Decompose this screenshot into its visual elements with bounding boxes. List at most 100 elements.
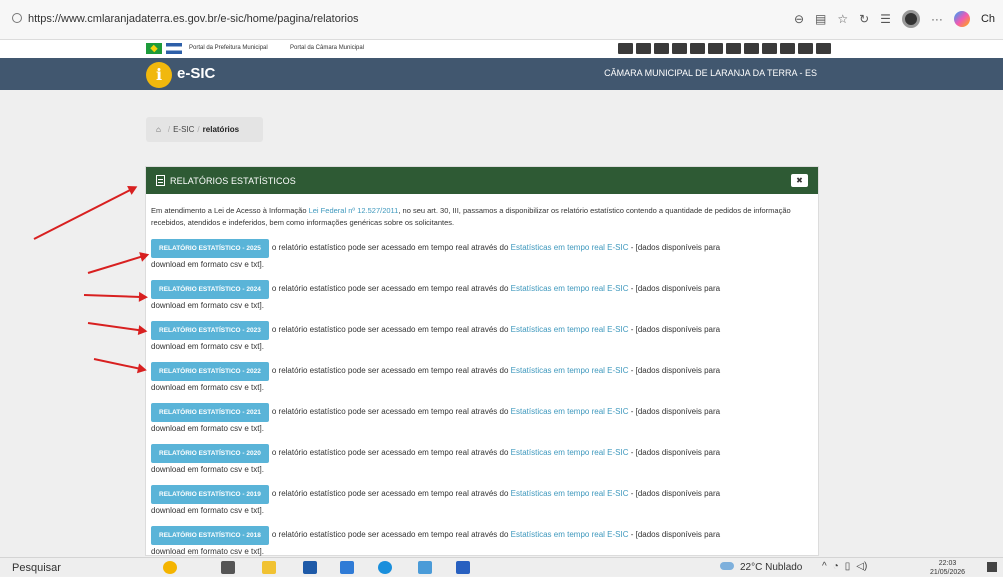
reports-panel: RELATÓRIOS ESTATÍSTICOS ✖ Em atendimento… (145, 166, 819, 556)
notification-icon[interactable] (987, 562, 997, 572)
accessibility-button[interactable] (816, 43, 831, 54)
edge-icon[interactable] (378, 561, 392, 574)
panel-title: RELATÓRIOS ESTATÍSTICOS (170, 176, 296, 186)
prefeitura-link[interactable]: Portal da Prefeitura Municipal (189, 45, 268, 51)
row-text: o relatório estatístico pode ser acessad… (271, 489, 511, 498)
row-continuation: download em formato csv e txt]. (151, 465, 264, 474)
url-text: https://www.cmlaranjadaterra.es.gov.br/e… (28, 13, 359, 25)
copilot-icon[interactable] (953, 11, 970, 27)
taskbar-search[interactable]: Pesquisar (12, 562, 61, 574)
row-text: o relatório estatístico pode ser acessad… (271, 366, 511, 375)
row-text: o relatório estatístico pode ser acessad… (271, 407, 511, 416)
favorite-icon[interactable]: ☆ (837, 12, 848, 26)
chevron-up-icon[interactable]: ^ (822, 561, 827, 572)
breadcrumb-esic[interactable]: E-SIC (173, 125, 194, 134)
report-button-2025[interactable]: RELATÓRIO ESTATÍSTICO - 2025 (151, 239, 269, 258)
accessibility-button[interactable] (798, 43, 813, 54)
row-continuation: download em formato csv e txt]. (151, 260, 264, 269)
row-text: o relatório estatístico pode ser acessad… (271, 284, 511, 293)
more-menu-icon[interactable]: ··· (931, 12, 943, 26)
battery-icon[interactable]: ▯ (845, 561, 851, 572)
volume-icon[interactable]: ◁) (856, 561, 867, 572)
document-icon (156, 175, 165, 186)
realtime-stats-link[interactable]: Estatísticas em tempo real E-SIC (511, 284, 629, 293)
accessibility-button[interactable] (762, 43, 777, 54)
row-text: o relatório estatístico pode ser acessad… (271, 530, 511, 539)
app-icon[interactable] (340, 561, 354, 574)
report-button-2019[interactable]: RELATÓRIO ESTATÍSTICO - 2019 (151, 485, 269, 504)
realtime-stats-link[interactable]: Estatísticas em tempo real E-SIC (511, 366, 629, 375)
accessibility-button[interactable] (690, 43, 705, 54)
task-view-icon[interactable] (221, 561, 235, 574)
weather-widget[interactable]: 22°C Nublado (720, 562, 802, 573)
info-logo-icon[interactable]: i (146, 62, 172, 88)
logo-text[interactable]: e-SIC (177, 65, 215, 82)
accessibility-button[interactable] (744, 43, 759, 54)
profile-label: Ch (980, 13, 995, 25)
annotation-arrow (87, 322, 144, 332)
realtime-stats-link[interactable]: Estatísticas em tempo real E-SIC (511, 325, 629, 334)
row-continuation: download em formato csv e txt]. (151, 301, 264, 310)
browser-actions: ⊖ ▤ ☆ ↻ ☰ ··· Ch (794, 10, 995, 28)
report-button-2018[interactable]: RELATÓRIO ESTATÍSTICO - 2018 (151, 526, 269, 545)
site-header: i e-SIC CÂMARA MUNICIPAL DE LARANJA DA T… (0, 58, 1003, 90)
network-icon[interactable]: ◔ (833, 561, 839, 572)
row-continuation: download em formato csv e txt]. (151, 506, 264, 515)
home-icon[interactable]: ⌂ (156, 125, 161, 134)
site-info-icon[interactable] (12, 13, 22, 23)
reader-mode-icon[interactable]: ▤ (815, 12, 826, 26)
accessibility-button[interactable] (654, 43, 669, 54)
report-button-2021[interactable]: RELATÓRIO ESTATÍSTICO - 2021 (151, 403, 269, 422)
row-text-after: - [dados disponíveis para (628, 448, 721, 457)
row-text-after: - [dados disponíveis para (628, 243, 721, 252)
report-button-2020[interactable]: RELATÓRIO ESTATÍSTICO - 2020 (151, 444, 269, 463)
intro-paragraph: Em atendimento a Lei de Acesso à Informa… (151, 205, 815, 229)
camara-link[interactable]: Portal da Câmara Municipal (290, 45, 364, 51)
breadcrumb-separator: / (167, 125, 171, 134)
profile-avatar[interactable] (901, 10, 920, 28)
taskbar: Pesquisar 22°C Nublado ^ ◔ ▯ ◁) 22:03 21/… (0, 557, 1003, 576)
copilot-sparkle-icon[interactable] (163, 561, 177, 574)
clock[interactable]: 22:03 21/05/2026 (930, 559, 965, 577)
row-text-after: - [dados disponíveis para (628, 530, 721, 539)
realtime-stats-link[interactable]: Estatísticas em tempo real E-SIC (511, 243, 629, 252)
app-icon[interactable] (418, 561, 432, 574)
browser-toolbar: https://www.cmlaranjadaterra.es.gov.br/e… (0, 0, 1003, 40)
row-text: o relatório estatístico pode ser acessad… (271, 448, 511, 457)
report-button-2023[interactable]: RELATÓRIO ESTATÍSTICO - 2023 (151, 321, 269, 340)
brazil-flag-icon (146, 43, 162, 54)
gov-bar: Portal da Prefeitura Municipal Portal da… (0, 40, 1003, 58)
accessibility-button[interactable] (780, 43, 795, 54)
favorites-list-icon[interactable]: ☰ (880, 12, 891, 26)
report-row: RELATÓRIO ESTATÍSTICO - 2019 o relatório … (151, 485, 815, 517)
report-row: RELATÓRIO ESTATÍSTICO - 2018 o relatório … (151, 526, 815, 558)
org-name: CÂMARA MUNICIPAL DE LARANJA DA TERRA - E… (604, 68, 817, 78)
annotation-arrow (83, 294, 144, 299)
law-link[interactable]: Lei Federal nº 12.527/2011 (309, 206, 399, 215)
refresh-icon[interactable]: ↻ (859, 12, 869, 26)
accessibility-button[interactable] (672, 43, 687, 54)
report-row: RELATÓRIO ESTATÍSTICO - 2020 o relatório … (151, 444, 815, 476)
report-button-2024[interactable]: RELATÓRIO ESTATÍSTICO - 2024 (151, 280, 269, 299)
row-text-after: - [dados disponíveis para (628, 366, 721, 375)
app-icon[interactable] (456, 561, 470, 574)
accessibility-button[interactable] (618, 43, 633, 54)
report-button-2022[interactable]: RELATÓRIO ESTATÍSTICO - 2022 (151, 362, 269, 381)
close-icon[interactable]: ✖ (791, 174, 808, 187)
breadcrumb: ⌂ / E-SIC / relatórios (146, 117, 263, 142)
accessibility-button[interactable] (636, 43, 651, 54)
time: 22:03 (938, 560, 957, 567)
annotation-arrow (87, 254, 146, 274)
row-text: o relatório estatístico pode ser acessad… (271, 325, 511, 334)
accessibility-button[interactable] (726, 43, 741, 54)
realtime-stats-link[interactable]: Estatísticas em tempo real E-SIC (511, 530, 629, 539)
zoom-icon[interactable]: ⊖ (794, 12, 804, 26)
report-row: RELATÓRIO ESTATÍSTICO - 2023 o relatório … (151, 321, 815, 353)
realtime-stats-link[interactable]: Estatísticas em tempo real E-SIC (511, 448, 629, 457)
address-bar[interactable]: https://www.cmlaranjadaterra.es.gov.br/e… (12, 13, 359, 25)
file-explorer-icon[interactable] (262, 561, 276, 574)
realtime-stats-link[interactable]: Estatísticas em tempo real E-SIC (511, 489, 629, 498)
accessibility-button[interactable] (708, 43, 723, 54)
store-icon[interactable] (303, 561, 317, 574)
realtime-stats-link[interactable]: Estatísticas em tempo real E-SIC (511, 407, 629, 416)
